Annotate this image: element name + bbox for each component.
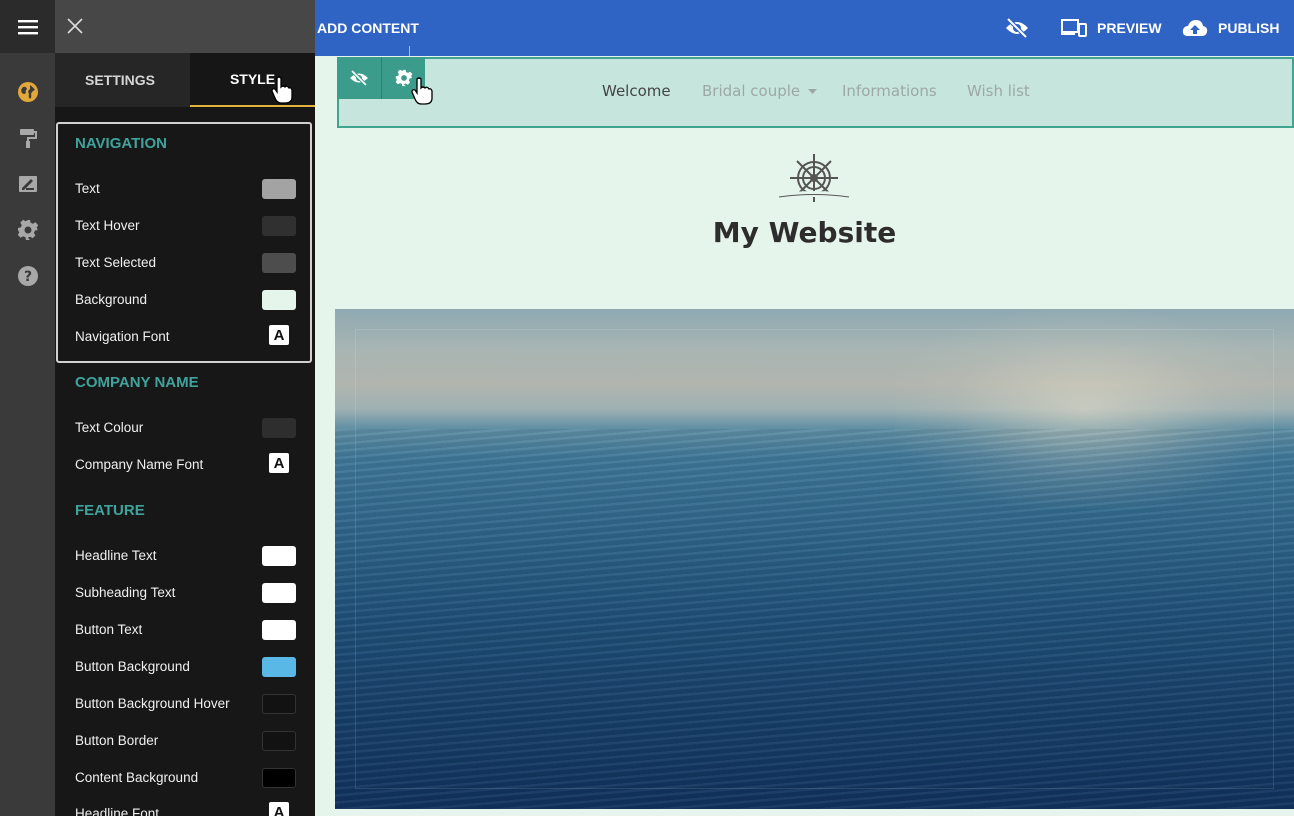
headline-font-button[interactable]: A xyxy=(269,802,289,816)
tab-style[interactable]: STYLE xyxy=(190,53,315,107)
devices-icon xyxy=(1061,19,1087,37)
ship-wheel-logo xyxy=(776,154,852,202)
nav-text-hover-swatch[interactable] xyxy=(262,216,296,236)
visibility-toggle-button[interactable] xyxy=(1005,0,1039,56)
nav-link-wish-list[interactable]: Wish list xyxy=(967,82,1030,100)
publish-button[interactable]: PUBLISH xyxy=(1182,0,1279,56)
navigation-font-button[interactable]: A xyxy=(269,325,289,345)
eye-off-icon xyxy=(1006,18,1028,38)
svg-text:?: ? xyxy=(24,269,32,285)
subheading-text-label: Subheading Text xyxy=(75,585,176,600)
feature-section-title: FEATURE xyxy=(75,502,145,519)
close-panel-button[interactable] xyxy=(65,16,85,36)
globe-icon[interactable] xyxy=(14,78,42,106)
button-text-label: Button Text xyxy=(75,622,143,637)
site-title[interactable]: My Website xyxy=(315,216,1294,249)
nav-text-selected-label: Text Selected xyxy=(75,255,157,270)
panel-header xyxy=(55,0,315,53)
eye-off-icon xyxy=(350,70,368,86)
button-background-hover-swatch[interactable] xyxy=(262,694,296,714)
cloud-upload-icon xyxy=(1182,20,1208,36)
hamburger-menu-button[interactable] xyxy=(0,0,55,53)
hero-frame xyxy=(355,329,1274,789)
headline-text-label: Headline Text xyxy=(75,548,157,563)
company-text-colour-swatch[interactable] xyxy=(262,418,296,438)
preview-button[interactable]: PREVIEW xyxy=(1061,0,1162,56)
button-border-swatch[interactable] xyxy=(262,731,296,751)
tab-settings[interactable]: SETTINGS xyxy=(55,53,185,107)
nav-block-toolbar xyxy=(337,57,425,99)
site-canvas: Welcome Bridal couple Informations Wish … xyxy=(315,56,1294,816)
nav-text-selected-swatch[interactable] xyxy=(262,253,296,273)
subheading-text-swatch[interactable] xyxy=(262,583,296,603)
headline-font-label: Headline Font xyxy=(75,806,160,816)
nav-link-informations[interactable]: Informations xyxy=(842,82,937,100)
button-background-label: Button Background xyxy=(75,659,190,674)
add-content-button[interactable]: ADD CONTENT xyxy=(317,0,419,56)
preview-label: PREVIEW xyxy=(1097,20,1162,36)
add-content-divider xyxy=(409,46,410,56)
gear-icon[interactable] xyxy=(14,216,42,244)
button-border-label: Button Border xyxy=(75,733,159,748)
company-name-font-label: Company Name Font xyxy=(75,457,204,472)
nav-text-hover-label: Text Hover xyxy=(75,218,140,233)
nav-background-swatch[interactable] xyxy=(262,290,296,310)
icon-rail: ? xyxy=(0,0,55,816)
content-background-swatch[interactable] xyxy=(262,768,296,788)
headline-text-swatch[interactable] xyxy=(262,546,296,566)
hamburger-icon xyxy=(17,19,38,34)
hero-image[interactable] xyxy=(335,309,1294,809)
hide-block-button[interactable] xyxy=(337,57,381,99)
nav-text-swatch[interactable] xyxy=(262,179,296,199)
panel-tabs: SETTINGS STYLE xyxy=(55,53,315,107)
close-icon xyxy=(67,18,83,34)
nav-background-label: Background xyxy=(75,292,148,307)
nav-link-bridal-couple-label: Bridal couple xyxy=(702,82,801,100)
nav-link-welcome[interactable]: Welcome xyxy=(602,82,671,100)
top-bar: ADD CONTENT PREVIEW PUBLISH xyxy=(315,0,1294,56)
content-background-label: Content Background xyxy=(75,770,199,785)
paint-roller-icon[interactable] xyxy=(14,124,42,152)
publish-label: PUBLISH xyxy=(1218,20,1280,36)
gear-icon xyxy=(395,69,412,87)
nav-text-label: Text xyxy=(75,181,100,196)
company-name-font-button[interactable]: A xyxy=(269,453,289,473)
help-icon[interactable]: ? xyxy=(14,262,42,290)
company-text-colour-label: Text Colour xyxy=(75,420,144,435)
navigation-font-label: Navigation Font xyxy=(75,329,170,344)
navigation-section-title: NAVIGATION xyxy=(75,135,167,152)
edit-image-icon[interactable] xyxy=(14,170,42,198)
company-name-section-title: COMPANY NAME xyxy=(75,374,199,391)
button-text-swatch[interactable] xyxy=(262,620,296,640)
nav-link-bridal-couple[interactable]: Bridal couple xyxy=(702,82,817,100)
button-background-hover-label: Button Background Hover xyxy=(75,696,230,711)
caret-down-icon xyxy=(807,88,817,94)
button-background-swatch[interactable] xyxy=(262,657,296,677)
block-settings-button[interactable] xyxy=(381,57,425,99)
style-panel: SETTINGS STYLE NAVIGATION Text Text Hove… xyxy=(55,0,315,816)
